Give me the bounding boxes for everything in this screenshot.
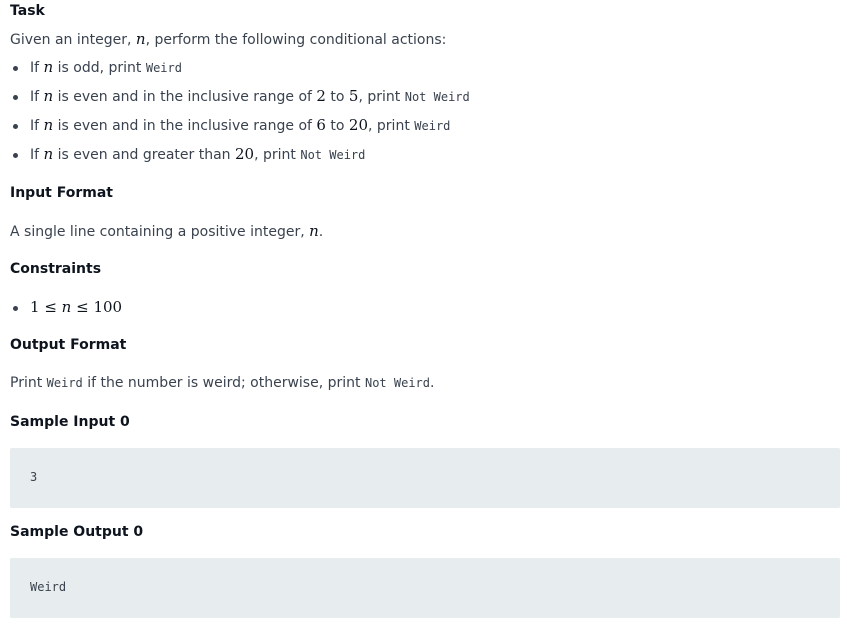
sample-input-codeblock: 3 — [10, 448, 840, 508]
inline-code: Not Weird — [364, 376, 430, 390]
sample-output-heading: Sample Output 0 — [10, 524, 144, 540]
math-variable: n — [43, 87, 54, 105]
bullet-icon — [13, 305, 18, 311]
math-number: 1 — [30, 298, 40, 316]
math-variable: n — [309, 222, 319, 240]
input-format-heading: Input Format — [10, 185, 113, 201]
problem-statement: Task Given an integer, n, perform the fo… — [0, 0, 847, 630]
math-variable: n — [135, 30, 146, 48]
math-variable: n — [43, 145, 54, 163]
math-number: 20 — [235, 145, 255, 163]
sample-output-value: Weird — [30, 580, 67, 594]
inline-code: Weird — [414, 119, 451, 133]
math-number: 2 — [316, 87, 326, 105]
math-variable: n — [61, 298, 72, 316]
task-list-item: If n is even and greater than 20, print … — [10, 144, 365, 165]
inline-code: Not Weird — [300, 148, 366, 162]
bullet-icon — [13, 65, 18, 71]
sample-input-heading: Sample Input 0 — [10, 414, 130, 430]
task-list-item: If n is odd, print Weird — [10, 57, 182, 78]
bullet-icon — [13, 152, 18, 158]
sample-output-codeblock: Weird — [10, 558, 840, 618]
math-number: 100 — [93, 298, 123, 316]
bullet-icon — [13, 94, 18, 100]
constraints-heading: Constraints — [10, 261, 102, 277]
sample-input-value: 3 — [30, 470, 38, 484]
task-list-item: If n is even and in the inclusive range … — [10, 115, 450, 136]
output-format-heading: Output Format — [10, 337, 127, 353]
math-variable: n — [43, 116, 54, 134]
input-format-text: A single line containing a positive inte… — [10, 222, 324, 240]
constraint-item: 1 ≤ n ≤ 100 — [10, 297, 122, 318]
inline-code: Not Weird — [404, 90, 470, 104]
task-heading: Task — [10, 3, 45, 19]
inline-code: Weird — [145, 61, 182, 75]
task-intro: Given an integer, n, perform the followi… — [10, 30, 447, 48]
bullet-icon — [13, 123, 18, 129]
task-list-item: If n is even and in the inclusive range … — [10, 86, 470, 107]
output-format-text: Print Weird if the number is weird; othe… — [10, 375, 435, 391]
inline-code: Weird — [46, 376, 83, 390]
math-number: 6 — [316, 116, 326, 134]
math-number: 20 — [348, 116, 369, 134]
math-variable: n — [43, 58, 54, 76]
